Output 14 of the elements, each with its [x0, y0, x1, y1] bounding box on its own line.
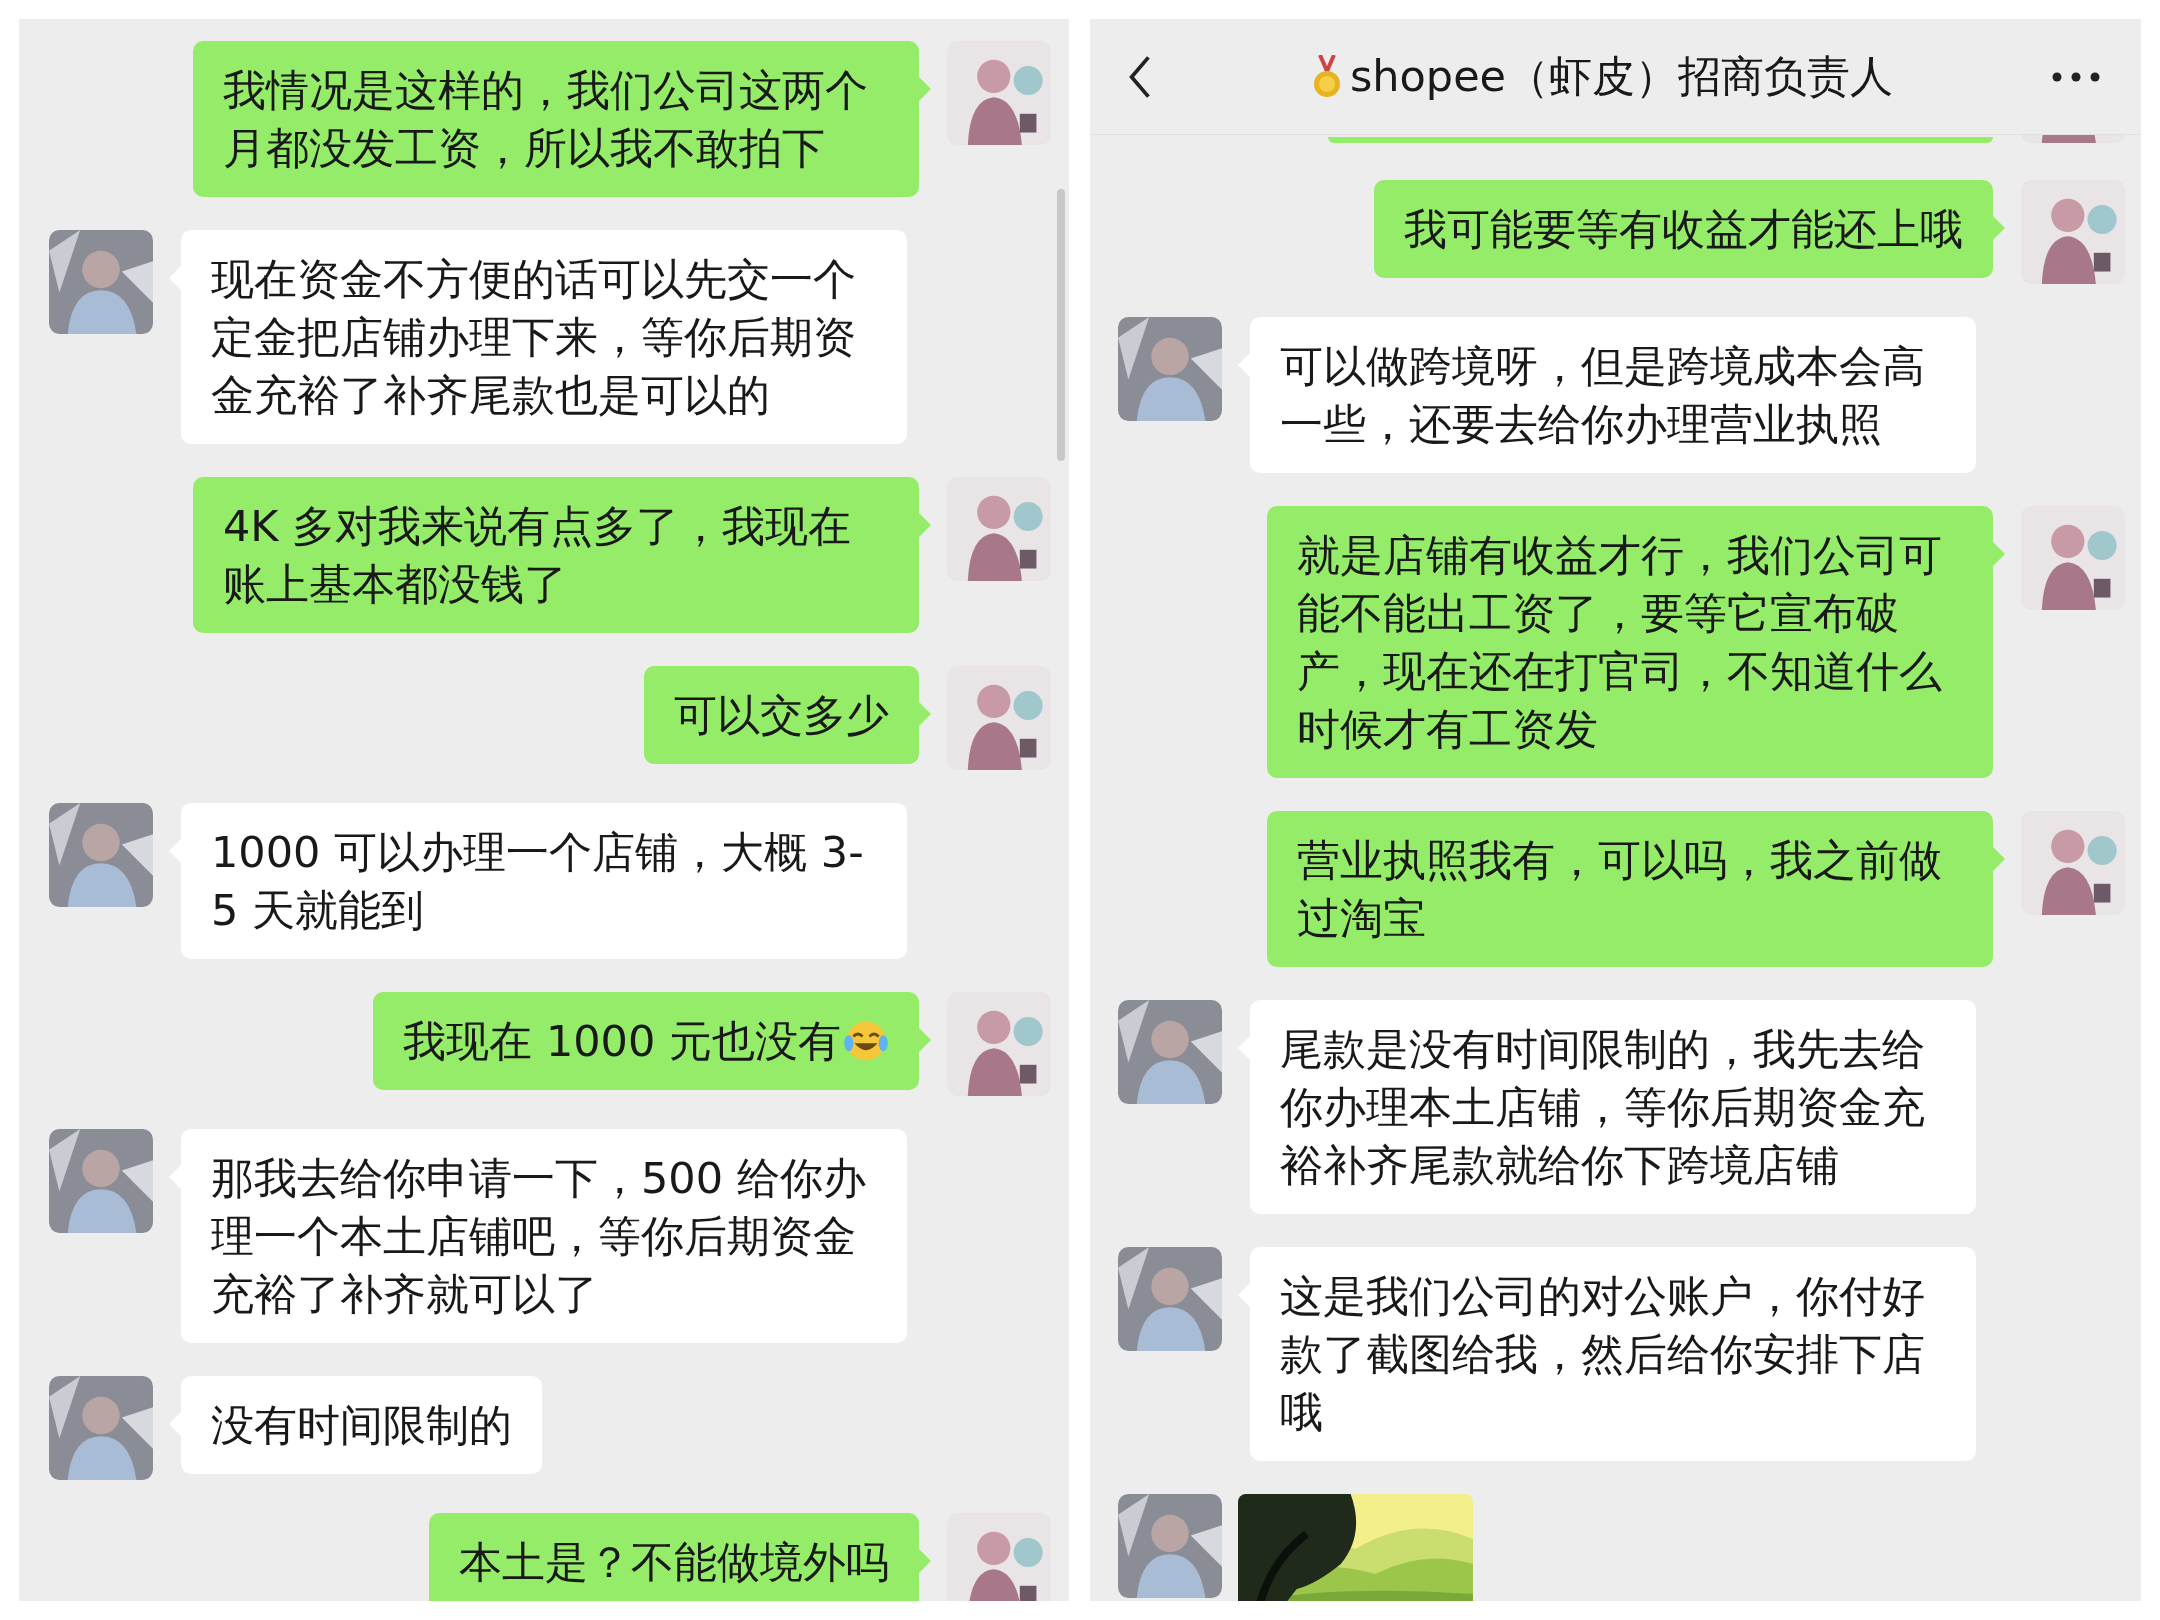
avatar[interactable] — [2021, 811, 2125, 915]
avatar[interactable] — [947, 992, 1051, 1096]
bubble-tail — [919, 1028, 931, 1052]
avatar[interactable] — [947, 1513, 1051, 1601]
medal-icon — [1311, 54, 1342, 99]
avatar[interactable] — [947, 477, 1051, 581]
avatar[interactable] — [947, 41, 1051, 145]
avatar[interactable] — [2021, 135, 2125, 143]
avatar[interactable] — [2021, 506, 2125, 610]
avatar[interactable] — [2021, 180, 2125, 284]
avatar[interactable] — [947, 666, 1051, 770]
chat-title: shopee（虾皮）招商负责人 — [1349, 49, 1894, 103]
more-icon[interactable] — [2051, 70, 2101, 83]
scrollbar[interactable] — [1057, 189, 1065, 461]
